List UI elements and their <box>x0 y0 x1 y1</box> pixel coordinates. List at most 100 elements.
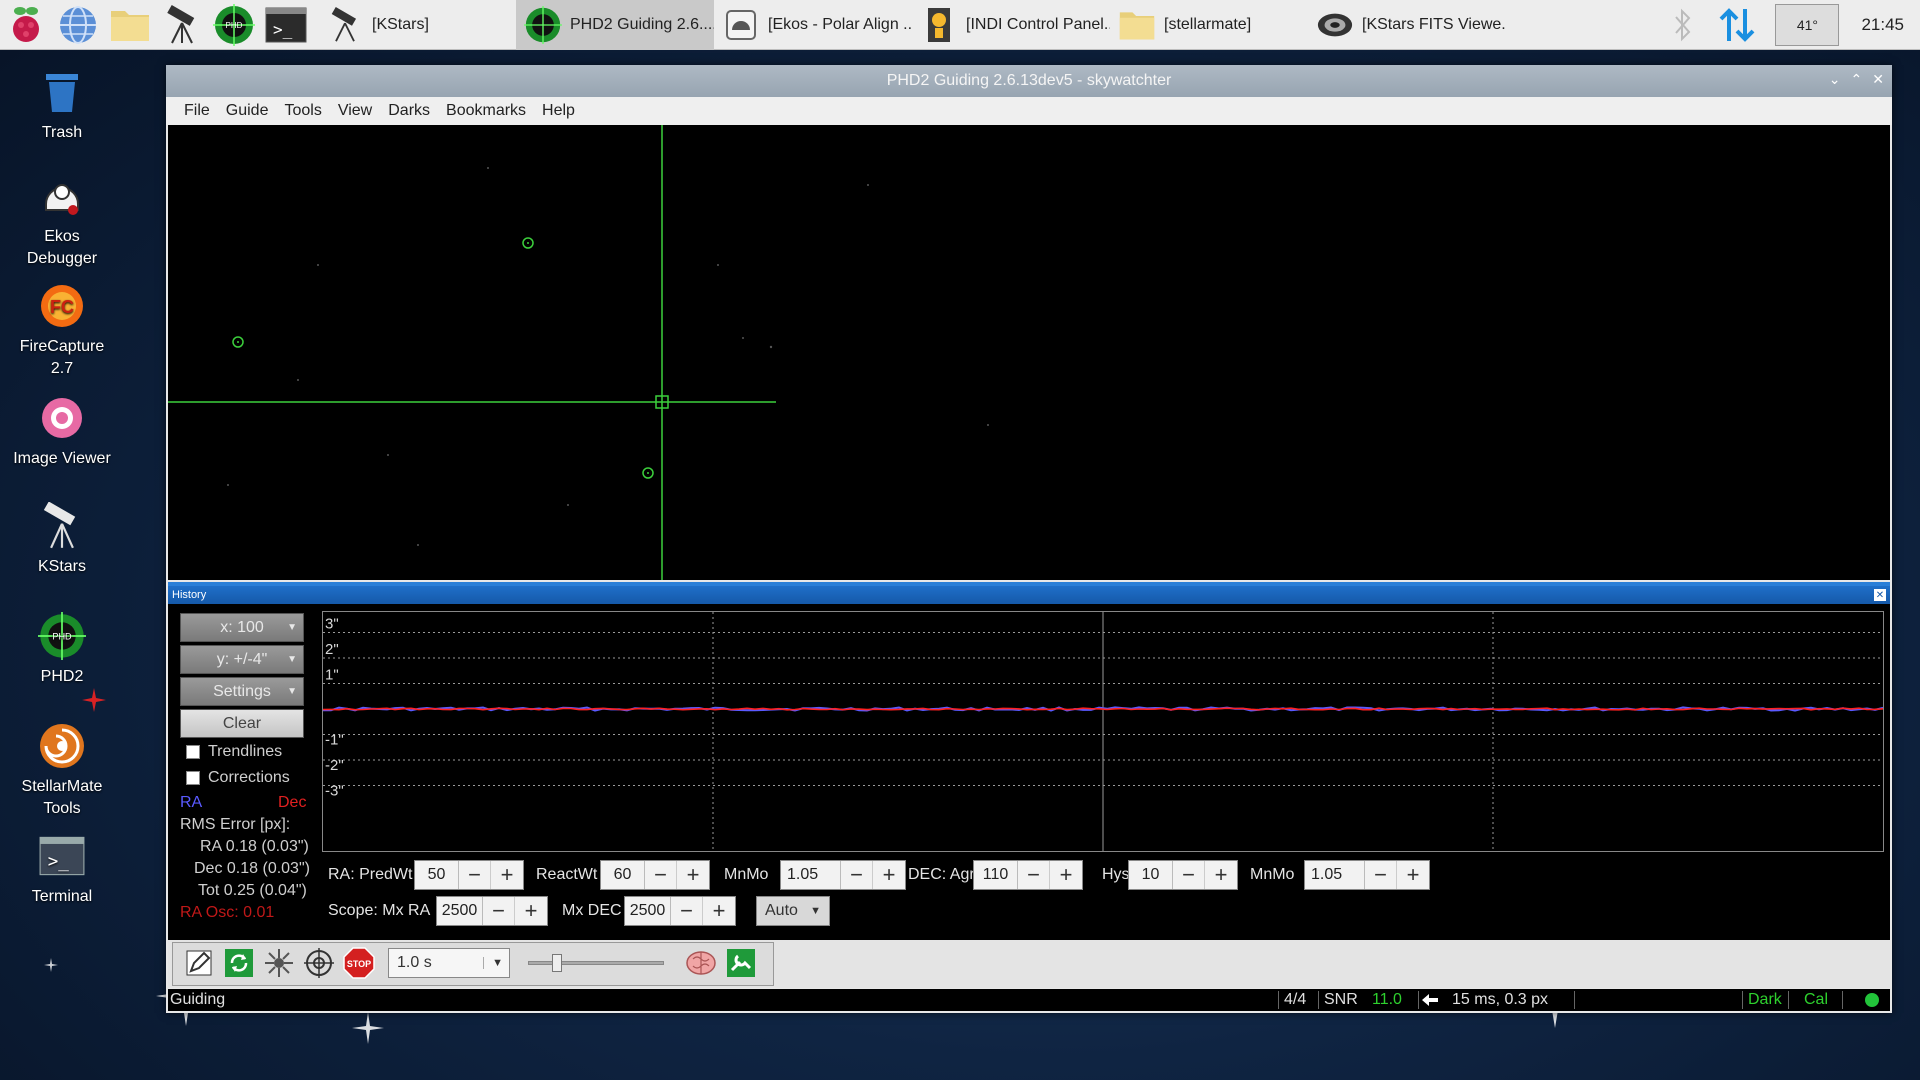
dec-mnmo-label: MnMo <box>1250 866 1295 883</box>
increment-button[interactable]: + <box>873 861 905 889</box>
ra-mnmo-value[interactable]: 1.05 <box>781 861 841 889</box>
rms-ra: RA 0.18 (0.03") <box>200 838 309 855</box>
dec-agr-spinner[interactable]: 110− + <box>973 860 1083 890</box>
guide-target-icon[interactable] <box>302 946 336 980</box>
y-tick-label: -1" <box>325 732 344 749</box>
clear-button[interactable]: Clear <box>180 709 304 738</box>
guide-pulse: 15 ms, 0.3 px <box>1452 991 1549 1008</box>
trendlines-checkbox[interactable]: Trendlines <box>186 743 282 761</box>
settings-dropdown[interactable]: Settings ▼ <box>180 677 304 706</box>
decrement-button[interactable]: − <box>1173 861 1205 889</box>
slider-handle[interactable] <box>552 954 562 972</box>
menu-bookmarks[interactable]: Bookmarks <box>438 102 534 120</box>
y-scale-label: y: +/-4" <box>216 650 268 668</box>
decrement-button[interactable]: − <box>1018 861 1050 889</box>
mxdec-value[interactable]: 2500 <box>625 897 671 925</box>
decrement-button[interactable]: − <box>459 861 491 889</box>
clear-label: Clear <box>222 714 262 732</box>
maximize-icon[interactable]: ⌃ <box>1851 71 1863 88</box>
menu-file[interactable]: File <box>176 102 218 120</box>
menu-darks[interactable]: Darks <box>380 102 438 120</box>
decrement-button[interactable]: − <box>645 861 677 889</box>
decrement-button[interactable]: − <box>841 861 873 889</box>
snr-value: 11.0 <box>1372 991 1402 1008</box>
scope-mxra-label: Scope: Mx RA <box>328 902 431 919</box>
scope-mxra-spinner[interactable]: 2500− + <box>436 896 548 926</box>
dark-status[interactable]: Dark <box>1748 989 1782 1011</box>
increment-button[interactable]: + <box>515 897 547 925</box>
reactwt-value[interactable]: 60 <box>601 861 645 889</box>
increment-button[interactable]: + <box>1050 861 1082 889</box>
ra-mnmo-spinner[interactable]: 1.05− + <box>780 860 906 890</box>
close-icon[interactable]: ✕ <box>1872 71 1884 88</box>
ra-legend: RA <box>180 794 203 811</box>
graph-canvas: 3" 2" 1" -1" -2" -3" <box>322 612 1884 851</box>
menu-view[interactable]: View <box>330 102 380 120</box>
stop-icon[interactable]: STOP <box>342 946 376 980</box>
minimize-icon[interactable]: ⌄ <box>1829 71 1841 88</box>
menu-help[interactable]: Help <box>534 102 583 120</box>
trendlines-label: Trendlines <box>208 743 283 760</box>
mxdec-label: Mx DEC <box>562 902 622 919</box>
edit-pencil-icon[interactable] <box>182 946 216 980</box>
increment-button[interactable]: + <box>1205 861 1237 889</box>
hys-spinner[interactable]: 10− + <box>1128 860 1238 890</box>
history-panel: History ✕ x: 100 ▼ y: +/-4" ▼ Settings ▼ Cl… <box>168 582 1890 940</box>
camera-view[interactable] <box>168 125 1890 580</box>
guiding-state: Guiding <box>170 991 226 1008</box>
increment-button[interactable]: + <box>703 897 735 925</box>
exposure-duration-select[interactable]: 1.0 s ▼ <box>388 948 510 978</box>
ra-mnmo-label: MnMo <box>724 866 769 883</box>
window-title: PHD2 Guiding 2.6.13dev5 - skywatchter <box>886 72 1172 89</box>
guide-star-overlay <box>168 125 989 580</box>
menu-tools[interactable]: Tools <box>276 102 329 120</box>
brain-settings-icon[interactable] <box>684 946 718 980</box>
history-titlebar: History ✕ <box>168 586 1890 604</box>
loop-exposure-icon[interactable] <box>222 946 256 980</box>
reactwt-spinner[interactable]: 60− + <box>600 860 710 890</box>
decrement-button[interactable]: − <box>1365 861 1397 889</box>
menu-bar: File Guide Tools View Darks Bookmarks He… <box>166 97 1892 125</box>
dec-mnmo-value[interactable]: 1.05 <box>1305 861 1365 889</box>
snr-label: SNR <box>1324 991 1358 1008</box>
dec-guide-mode-select[interactable]: Auto ▼ <box>756 896 830 926</box>
checkbox-box[interactable] <box>186 771 200 785</box>
auto-select-star-icon[interactable] <box>262 946 296 980</box>
guide-history-graph[interactable]: 3" 2" 1" -1" -2" -3" <box>322 611 1884 852</box>
menu-guide[interactable]: Guide <box>218 102 277 120</box>
guiding-assistant-icon[interactable] <box>724 946 758 980</box>
ra-oscillation: RA Osc: 0.01 <box>180 904 275 921</box>
x-scale-label: x: 100 <box>220 618 264 636</box>
checkbox-box[interactable] <box>186 745 200 759</box>
phd2-window: PHD2 Guiding 2.6.13dev5 - skywatchter ⌄ … <box>166 65 1892 1013</box>
mxdec-spinner[interactable]: 2500− + <box>624 896 736 926</box>
increment-button[interactable]: + <box>1397 861 1429 889</box>
x-scale-dropdown[interactable]: x: 100 ▼ <box>180 613 304 642</box>
dropdown-arrow-icon: ▼ <box>287 654 297 665</box>
corrections-label: Corrections <box>208 769 290 786</box>
calibration-status[interactable]: Cal <box>1804 989 1828 1011</box>
hys-value[interactable]: 10 <box>1129 861 1173 889</box>
ra-predwt-value[interactable]: 50 <box>415 861 459 889</box>
dec-mnmo-spinner[interactable]: 1.05− + <box>1304 860 1430 890</box>
increment-button[interactable]: + <box>491 861 523 889</box>
increment-button[interactable]: + <box>677 861 709 889</box>
corrections-checkbox[interactable]: Corrections <box>186 769 290 787</box>
scope-mxra-value[interactable]: 2500 <box>437 897 483 925</box>
gamma-slider[interactable] <box>524 952 668 974</box>
history-title: History <box>172 589 207 601</box>
dec-agr-label: DEC: Agr <box>908 866 975 883</box>
panel-close-icon[interactable]: ✕ <box>1874 589 1886 601</box>
status-bar: Guiding 4/4 SNR 11.0 15 ms, 0.3 px Dark … <box>168 989 1890 1011</box>
decrement-button[interactable]: − <box>671 897 703 925</box>
frame-count: 4/4 <box>1284 991 1307 1008</box>
rms-total: Tot 0.25 (0.04") <box>198 882 307 899</box>
dec-agr-value[interactable]: 110 <box>974 861 1018 889</box>
ra-predwt-label: RA: PredWt <box>328 866 413 883</box>
window-titlebar[interactable]: PHD2 Guiding 2.6.13dev5 - skywatchter ⌄ … <box>166 65 1892 97</box>
y-scale-dropdown[interactable]: y: +/-4" ▼ <box>180 645 304 674</box>
decrement-button[interactable]: − <box>483 897 515 925</box>
dropdown-arrow-icon: ▼ <box>810 905 821 917</box>
rms-dec: Dec 0.18 (0.03") <box>194 860 310 877</box>
ra-predwt-spinner[interactable]: 50− + <box>414 860 524 890</box>
